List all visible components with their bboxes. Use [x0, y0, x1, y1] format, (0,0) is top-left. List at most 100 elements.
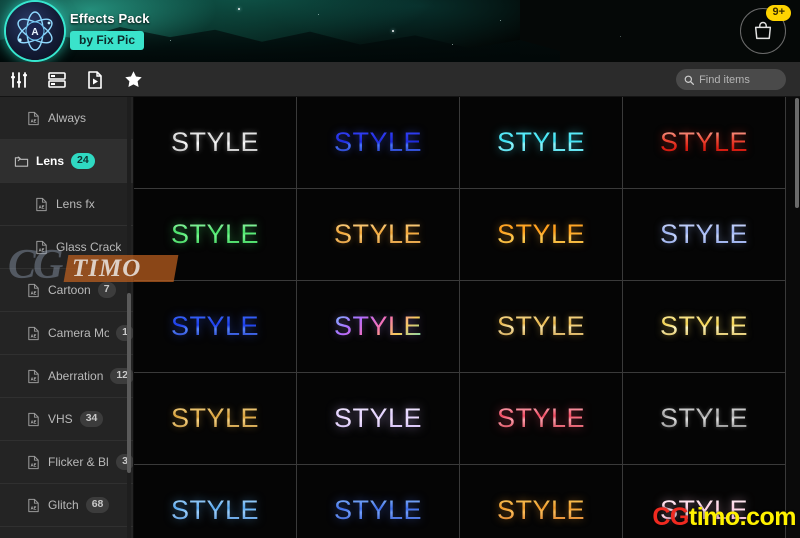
ae-file-icon: AE: [26, 111, 41, 126]
effect-preview-cell[interactable]: STYLE: [460, 373, 623, 465]
preview-file-glyph: [88, 70, 102, 89]
ae-file-icon: AE: [26, 455, 41, 470]
sidebar-item-label: Always: [48, 111, 87, 125]
svg-text:AE: AE: [31, 290, 37, 295]
effect-preview-text: STYLE: [333, 311, 423, 341]
sidebar-item-count: 1: [116, 325, 134, 341]
shopping-bag-icon: [754, 21, 772, 40]
effect-preview-text: STYLE: [170, 495, 260, 525]
effects-grid-panel: STYLE STYLE STYLE STYLE STYLE STYLE STYLE STYLE…: [134, 97, 800, 538]
ae-file-icon: AE: [26, 326, 41, 341]
ae-file-icon: AE: [26, 283, 41, 298]
list-view-icon[interactable]: [45, 68, 69, 92]
star-decor: [392, 30, 394, 32]
sidebar-item-cartoon[interactable]: AE Cartoon 7: [0, 269, 134, 312]
cart-button[interactable]: 9+: [740, 5, 791, 54]
effect-preview-text: STYLE: [170, 127, 260, 157]
sidebar-item-lens-fx[interactable]: AE Lens fx: [0, 183, 134, 226]
effect-preview-cell[interactable]: STYLE: [134, 373, 297, 465]
sidebar-item-flicker-blur[interactable]: AE Flicker & Blur 3: [0, 441, 134, 484]
effect-preview-text: STYLE: [333, 403, 423, 433]
search-box[interactable]: [676, 69, 786, 90]
app-window: A Effects Pack by Fix Pic 9+ Find items …: [0, 0, 800, 538]
effect-preview-cell[interactable]: STYLE: [134, 97, 297, 189]
sidebar-item-label: Glass Crack: [56, 240, 122, 254]
ae-file-icon: AE: [28, 111, 39, 125]
ae-file-icon: AE: [36, 240, 47, 254]
star-glyph: [124, 71, 142, 87]
effect-preview-cell[interactable]: STYLE: [460, 97, 623, 189]
effect-preview-text: STYLE: [496, 311, 586, 341]
folder-icon: [14, 154, 29, 169]
sidebar-item-glass-crack[interactable]: AE Glass Crack: [0, 226, 134, 269]
effect-preview-cell[interactable]: STYLE: [623, 465, 786, 538]
list-view-glyph: [48, 71, 66, 88]
sidebar-item-count: 24: [71, 153, 95, 169]
sidebar-item-glitch[interactable]: AE Glitch 68: [0, 484, 134, 527]
favorites-star-icon[interactable]: [121, 68, 145, 92]
star-decor: [620, 36, 621, 37]
effect-preview-cell[interactable]: STYLE: [460, 189, 623, 281]
sidebar-item-grain[interactable]: Grain81: [0, 527, 134, 538]
effect-preview-text: STYLE: [333, 219, 423, 249]
sidebar-item-always[interactable]: AE Always: [0, 97, 134, 140]
sidebar-item-label: Camera Movie: [48, 326, 110, 340]
toolbar-icon-group: [7, 62, 145, 97]
effect-preview-text: STYLE: [333, 495, 423, 525]
effect-preview-cell[interactable]: STYLE: [134, 281, 297, 373]
ae-file-icon: AE: [28, 369, 39, 383]
sidebar-item-label: Glitch: [48, 498, 79, 512]
star-decor: [170, 40, 171, 41]
sidebar-item-lens[interactable]: Lens 24: [0, 140, 134, 183]
sidebar-item-aberrations[interactable]: AE Aberrations 12: [0, 355, 134, 398]
sidebar-item-label: Cartoon: [48, 283, 91, 297]
search-input[interactable]: [699, 73, 778, 86]
app-header: A Effects Pack by Fix Pic 9+: [0, 0, 800, 62]
ae-file-icon: AE: [26, 369, 41, 384]
effect-preview-text: STYLE: [170, 219, 260, 249]
effect-preview-cell[interactable]: STYLE: [297, 373, 460, 465]
star-decor: [238, 8, 240, 10]
author-badge[interactable]: by Fix Pic: [70, 31, 145, 50]
effect-preview-cell[interactable]: STYLE: [460, 465, 623, 538]
effect-preview-text: STYLE: [496, 219, 586, 249]
effect-preview-cell[interactable]: STYLE: [623, 189, 786, 281]
folder-icon: [14, 155, 29, 167]
svg-text:AE: AE: [31, 505, 37, 510]
sliders-icon[interactable]: [7, 68, 31, 92]
effect-preview-text: STYLE: [659, 495, 749, 525]
svg-text:AE: AE: [31, 376, 37, 381]
effect-preview-cell[interactable]: STYLE: [623, 97, 786, 189]
effect-preview-cell[interactable]: STYLE: [297, 97, 460, 189]
sliders-glyph: [11, 71, 27, 88]
svg-text:AE: AE: [39, 204, 45, 209]
effect-preview-cell[interactable]: STYLE: [460, 281, 623, 373]
sidebar-item-vhs[interactable]: AE VHS 34: [0, 398, 134, 441]
atom-icon: A: [17, 11, 53, 51]
page-title: Effects Pack: [70, 11, 150, 26]
svg-text:AE: AE: [39, 247, 45, 252]
effect-preview-cell[interactable]: STYLE: [134, 465, 297, 538]
effect-preview-cell[interactable]: STYLE: [297, 281, 460, 373]
sidebar-item-label: Flicker & Blur: [48, 455, 109, 469]
effect-preview-text: STYLE: [659, 127, 749, 157]
effect-preview-cell[interactable]: STYLE: [297, 189, 460, 281]
effect-preview-cell[interactable]: STYLE: [297, 465, 460, 538]
effect-preview-cell[interactable]: STYLE: [623, 281, 786, 373]
preview-file-icon[interactable]: [83, 68, 107, 92]
effect-preview-text: STYLE: [170, 311, 260, 341]
effect-preview-text: STYLE: [659, 403, 749, 433]
ae-file-icon: AE: [28, 283, 39, 297]
ae-file-icon: AE: [28, 326, 39, 340]
search-icon: [684, 75, 695, 85]
sidebar-list: AE Always Lens 24 AE Lens fx AE Glass Crack AE Ca…: [0, 97, 134, 538]
sidebar-scrollbar-thumb[interactable]: [127, 293, 131, 473]
sidebar-item-camera-movie[interactable]: AE Camera Movie 1: [0, 312, 134, 355]
sidebar-item-label: Lens: [36, 154, 65, 168]
effect-preview-cell[interactable]: STYLE: [134, 189, 297, 281]
effect-preview-cell[interactable]: STYLE: [623, 373, 786, 465]
app-logo[interactable]: A: [6, 2, 64, 60]
ae-file-icon: AE: [28, 455, 39, 469]
grid-scrollbar-thumb[interactable]: [795, 98, 799, 208]
sidebar-item-count: 7: [97, 282, 116, 298]
